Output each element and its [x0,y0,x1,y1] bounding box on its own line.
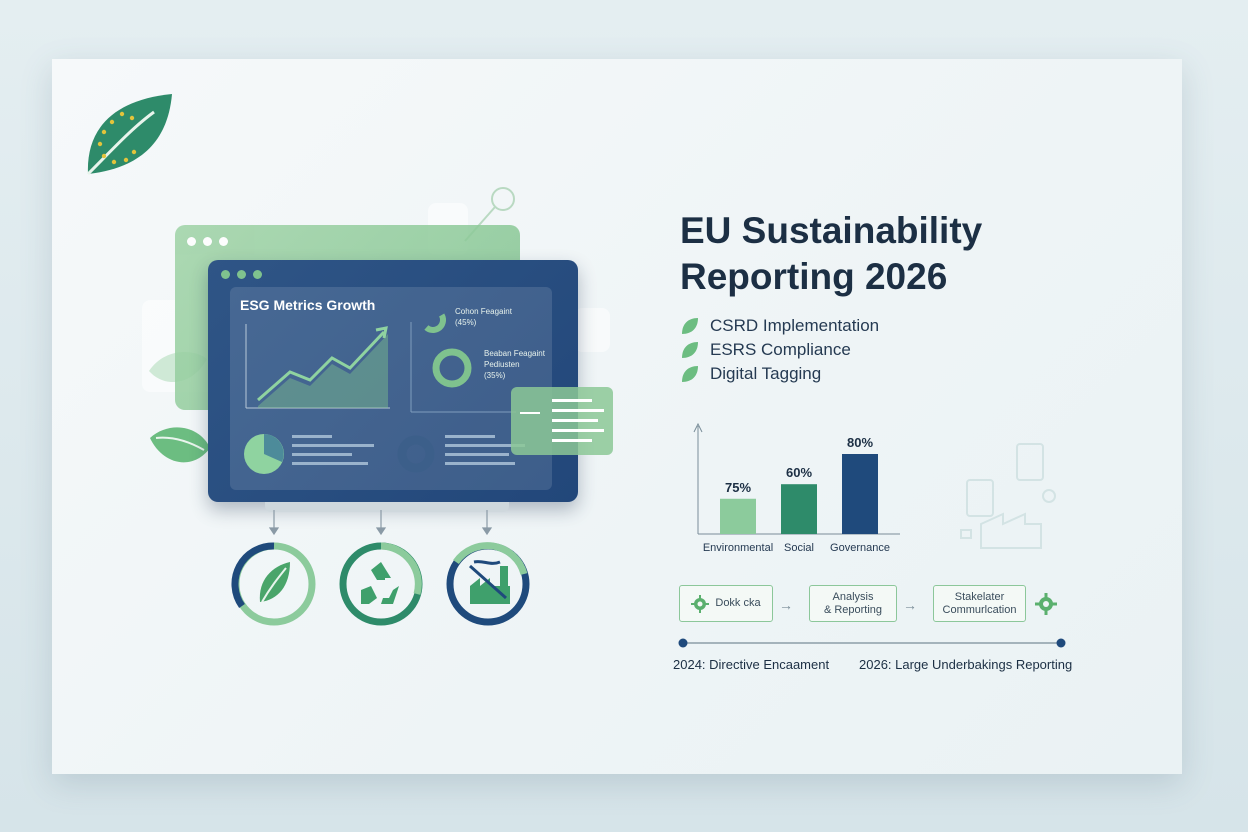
process-step-communication: Stakelater Commurlcation [933,585,1026,622]
window-dot [203,237,212,246]
page-title: EU Sustainability Reporting 2026 [680,208,982,300]
bar-governance [842,454,878,534]
recycle-icon [339,542,423,626]
timeline-end-label: 2026: Large Underbakings Reporting [859,657,1073,672]
growth-line-chart [245,324,390,409]
process-step-label: Dokk cka [715,597,761,609]
dashboard-title: ESG Metrics Growth [240,297,376,313]
bar-category-label: Environmental [703,542,773,554]
leaf-bullet-icon [682,318,698,334]
text-placeholder-lines [292,435,374,465]
metric1-label: Cohon Feagaint [455,307,512,316]
donut-chart-icon [397,435,435,473]
feature-label: ESRS Compliance [710,340,851,359]
leaf-icon [231,542,316,626]
arrow-right-icon: → [779,597,793,613]
feature-item: ESRS Compliance [680,340,851,360]
gear-icon [1035,593,1057,615]
gear-icon [691,594,710,613]
window-dot [187,237,196,246]
connector-arrows [268,510,493,536]
title-line-1: EU Sustainability [680,210,983,251]
ghost-card [574,308,610,352]
bar-social [781,484,817,534]
leaf-bullet-icon [682,366,698,382]
window-dot [219,237,228,246]
bar-value-label: 80% [847,435,873,450]
feature-label: Digital Tagging [710,364,822,383]
timeline-start-label: 2024: Directive Encaament [673,657,830,672]
eu-leaf-logo [86,94,172,176]
metric2-value: (35%) [484,371,506,380]
pie-chart-icon [244,434,284,474]
bar-value-label: 75% [725,480,751,495]
window-dot [221,270,230,279]
metric2-sublabel: Pediusten [484,360,520,369]
leaf-bullet-icon [682,342,698,358]
window-dot [237,270,246,279]
decorative-icons [960,443,1056,549]
metric1-value: (45%) [455,318,477,327]
arrow-right-icon: → [903,597,917,613]
donut-chart-icon [420,307,446,333]
factory-icon [446,542,530,626]
title-line-2: Reporting 2026 [680,256,948,297]
feature-label: CSRD Implementation [710,316,880,335]
leaf-icon [150,427,210,463]
process-step-data-collection: Dokk cka [679,585,773,622]
window-dot [253,270,262,279]
bar-category-label: Governance [830,542,890,554]
feature-item: CSRD Implementation [680,316,879,336]
donut-chart-icon [432,348,472,388]
timeline-start-dot [678,638,688,648]
bar-environmental [720,498,756,534]
timeline-end-dot [1056,638,1066,648]
feature-item: Digital Tagging [680,364,821,384]
text-placeholder-lines [520,399,604,442]
timeline-line [678,638,1066,648]
metric2-label: Beaban Feagaint [484,349,545,358]
bar-category-label: Social [784,542,814,554]
esg-bar-chart: 75% Environmental 60% Social 80% Governance [693,422,900,554]
process-step-analysis: Analysis & Reporting [809,585,897,622]
bar-value-label: 60% [786,465,812,480]
